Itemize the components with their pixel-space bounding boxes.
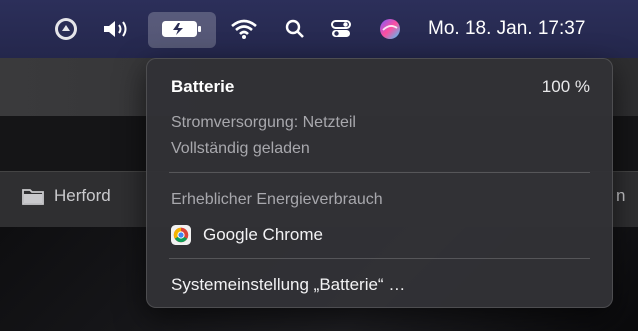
menu-separator [169, 172, 590, 173]
battery-settings-link[interactable]: Systemeinstellung „Batterie“ … [171, 275, 405, 295]
battery-percent: 100 % [541, 77, 590, 96]
search-icon[interactable] [280, 0, 310, 58]
energy-usage-heading: Erheblicher Energieverbrauch [171, 191, 383, 208]
bookmark-label: Herford [54, 186, 111, 205]
folder-icon [22, 189, 44, 205]
menu-bar: Mo. 18. Jan. 17:37 [0, 0, 638, 58]
screen-recording-icon[interactable] [50, 0, 82, 58]
energy-app-item[interactable]: Google Chrome [171, 222, 323, 248]
power-source-text: Stromversorgung: Netzteil [171, 114, 356, 131]
bookmark-folder-herford[interactable]: Herford [22, 180, 111, 212]
charge-state-text: Vollständig geladen [171, 140, 310, 157]
app-name: Google Chrome [203, 225, 324, 244]
volume-icon[interactable] [98, 0, 134, 58]
battery-menu-title: Batterie [171, 77, 235, 96]
wifi-icon[interactable] [226, 0, 262, 58]
battery-menu: Batterie 100 % Stromversorgung: Netzteil… [146, 58, 613, 308]
menu-separator [169, 258, 590, 259]
menu-bar-clock[interactable]: Mo. 18. Jan. 17:37 [428, 0, 585, 58]
siri-icon[interactable] [374, 0, 406, 58]
battery-charging-icon[interactable] [154, 0, 210, 58]
control-center-icon[interactable] [325, 0, 357, 58]
chrome-icon [171, 225, 191, 245]
bookmark-partial[interactable]: n [616, 186, 625, 206]
